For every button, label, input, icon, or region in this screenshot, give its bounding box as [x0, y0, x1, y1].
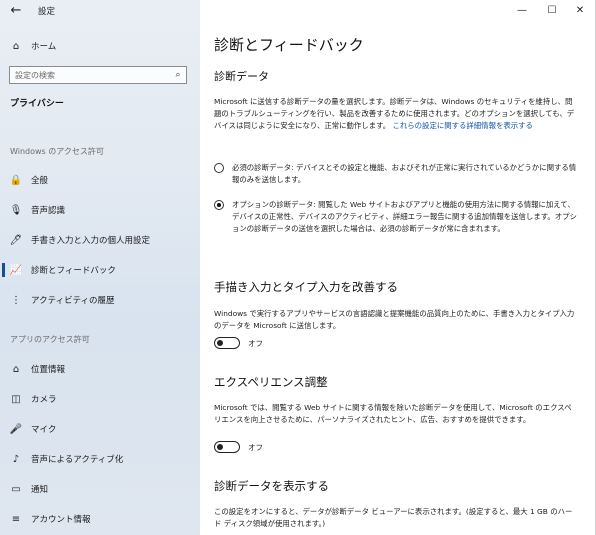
radio-button-selected[interactable]: [214, 200, 224, 210]
activity-icon: ⋮: [11, 294, 21, 306]
sidebar-item-label: ホーム: [31, 42, 57, 52]
sidebar-item-label: 手書き入力と入力の個人用設定: [31, 236, 151, 246]
search-input[interactable]: [10, 69, 170, 81]
diagnostics-description: Microsoft に送信する診断データの量を選択します。診断データは、Wind…: [214, 96, 576, 132]
sidebar-item-label: 音声によるアクティブ化: [31, 455, 124, 465]
search-box: ⌕: [9, 66, 187, 84]
experience-toggle-row: オフ: [214, 441, 263, 453]
sidebar-item-label: アクティビティの履歴: [31, 296, 115, 306]
section-heading-experience: エクスペリエンス調整: [214, 375, 328, 389]
view-data-description: この設定をオンにすると、データが診断データ ビューアーに表示されます。(設定する…: [214, 507, 573, 528]
titlebar-left: ← 設定: [0, 0, 200, 24]
sidebar-item-inking[interactable]: 🖊 手書き入力と入力の個人用設定: [0, 228, 200, 252]
sidebar-item-speech[interactable]: 🎙 音声認識: [0, 198, 200, 222]
inking-description: Windows で実行するアプリやサービスの言語認識と提案機能の品質向上のために…: [214, 309, 575, 330]
back-arrow-icon[interactable]: ←: [6, 2, 26, 20]
section-heading-inking: 手描き入力とタイプ入力を改善する: [214, 280, 398, 294]
sidebar-item-location[interactable]: ⌂ 位置情報: [0, 357, 200, 381]
camera-icon: ◫: [11, 393, 21, 405]
home-icon: ⌂: [12, 40, 20, 52]
toggle-knob: [217, 443, 223, 450]
feedback-chart-icon: 📈: [9, 264, 23, 276]
notification-icon: ▭: [11, 483, 21, 495]
sidebar-item-diagnostics[interactable]: 📈 診断とフィードバック: [0, 258, 200, 282]
learn-more-link[interactable]: これらの設定に関する詳細情報を表示する: [392, 121, 532, 130]
sidebar-item-microphone[interactable]: 🎤 マイク: [0, 417, 200, 441]
sidebar-item-camera[interactable]: ◫ カメラ: [0, 387, 200, 411]
inking-toggle-row: オフ: [214, 337, 263, 349]
radio-label: オプションの診断データ: 閲覧した Web サイトおよびアプリと機能の使用方法に…: [232, 200, 577, 233]
minimize-icon[interactable]: —: [506, 0, 538, 22]
group-label-windows: Windows のアクセス許可: [10, 147, 104, 156]
sidebar-item-home[interactable]: ⌂ ホーム: [0, 34, 200, 58]
sidebar-item-activity[interactable]: ⋮ アクティビティの履歴: [0, 288, 200, 312]
sidebar-item-label: 音声認識: [31, 206, 66, 216]
sidebar-item-notifications[interactable]: ▭ 通知: [0, 477, 200, 501]
app-title: 設定: [38, 7, 56, 17]
radio-button[interactable]: [214, 163, 224, 173]
sidebar-item-voice-activation[interactable]: ♪ 音声によるアクティブ化: [0, 447, 200, 471]
sidebar-item-label: 全般: [31, 176, 49, 186]
toggle-state-label: オフ: [248, 442, 263, 452]
page-title: 診断とフィードバック: [214, 36, 364, 54]
account-icon: ≡: [11, 513, 21, 525]
radio-required-diagnostics[interactable]: 必須の診断データ: デバイスとその設定と機能、およびそれが正常に実行されているか…: [214, 162, 579, 186]
section-heading-diagnostics: 診断データ: [214, 70, 269, 83]
sidebar-item-label: 位置情報: [31, 365, 66, 375]
experience-toggle[interactable]: [214, 441, 240, 453]
microphone-icon: 🎤: [9, 423, 23, 435]
sidebar-item-label: カメラ: [31, 395, 57, 405]
lock-icon: 🔒: [9, 174, 23, 186]
sidebar-item-general[interactable]: 🔒 全般: [0, 168, 200, 192]
voice-icon: ♪: [12, 453, 20, 465]
category-heading: プライバシー: [10, 99, 64, 109]
location-icon: ⌂: [12, 363, 20, 375]
close-icon[interactable]: ✕: [564, 0, 596, 22]
pen-icon: 🖊: [9, 234, 23, 246]
sidebar-item-label: 診断とフィードバック: [31, 266, 116, 276]
toggle-state-label: オフ: [248, 338, 263, 348]
radio-optional-diagnostics[interactable]: オプションの診断データ: 閲覧した Web サイトおよびアプリと機能の使用方法に…: [214, 199, 579, 235]
speech-icon: 🎙: [9, 204, 23, 216]
main-content: — ☐ ✕ 診断とフィードバック 診断データ Microsoft に送信する診断…: [200, 0, 596, 535]
sidebar: ← 設定 ⌂ ホーム ⌕ プライバシー Windows のアクセス許可 🔒 全般…: [0, 0, 200, 535]
sidebar-item-label: マイク: [31, 425, 57, 435]
radio-label: 必須の診断データ: デバイスとその設定と機能、およびそれが正常に実行されているか…: [232, 163, 577, 184]
toggle-knob: [217, 339, 223, 346]
inking-toggle[interactable]: [214, 337, 240, 349]
group-label-apps: アプリのアクセス許可: [10, 335, 90, 344]
search-icon[interactable]: ⌕: [170, 70, 186, 80]
section-heading-view-data: 診断データを表示する: [214, 479, 329, 493]
sidebar-item-label: アカウント情報: [31, 515, 91, 525]
sidebar-item-account-info[interactable]: ≡ アカウント情報: [0, 507, 200, 531]
sidebar-item-label: 通知: [31, 485, 49, 495]
experience-description: Microsoft では、閲覧する Web サイトに関する情報を除いた診断データ…: [214, 403, 572, 424]
